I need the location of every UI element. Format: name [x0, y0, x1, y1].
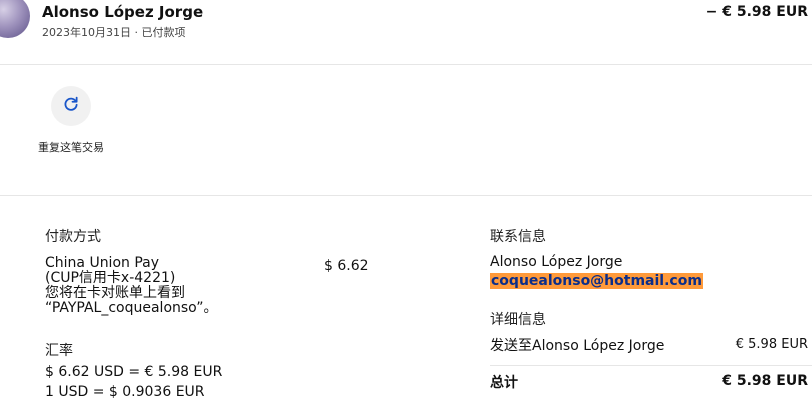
payment-method-name: China Union Pay	[45, 255, 160, 271]
transaction-amount: − € 5.98 EUR	[705, 4, 808, 20]
payment-method-title: 付款方式	[45, 229, 101, 245]
sent-to-amount: € 5.98 EUR	[735, 337, 808, 352]
payment-method-row: China Union Pay (CUP信用卡x-4221) 您将在卡对账单上看…	[45, 256, 405, 316]
exchange-rate-title: 汇率	[45, 343, 73, 359]
exchange-rate-unit: 1 USD = $ 0.9036 EUR	[45, 384, 205, 400]
sent-to-row: 发送至Alonso López Jorge € 5.98 EUR	[490, 335, 812, 357]
statement-descriptor: “PAYPAL_coquealonso”。	[45, 300, 218, 316]
section-divider	[0, 195, 812, 196]
payment-section: 付款方式 China Union Pay (CUP信用卡x-4221) 您将在卡…	[45, 226, 405, 400]
details-title: 详细信息	[490, 312, 546, 328]
payment-card-info: (CUP信用卡x-4221)	[45, 270, 176, 286]
payee-name: Alonso López Jorge	[42, 3, 204, 21]
payment-method-details: China Union Pay (CUP信用卡x-4221) 您将在卡对账单上看…	[45, 256, 295, 316]
total-label: 总计	[490, 375, 518, 391]
exchange-rate-conversion: $ 6.62 USD = € 5.98 EUR	[45, 364, 223, 380]
contact-email[interactable]: coquealonso@hotmail.com	[490, 273, 703, 289]
total-amount: € 5.98 EUR	[722, 373, 808, 389]
transaction-date-status: 2023年10月31日 · 已付款项	[42, 26, 186, 39]
repeat-transaction-action: 重复这笔交易	[36, 84, 106, 156]
repeat-transaction-label[interactable]: 重复这笔交易	[36, 140, 106, 156]
contact-details-section: 联系信息 Alonso López Jorge coquealonso@hotm…	[490, 226, 812, 396]
contact-info-title: 联系信息	[490, 229, 546, 245]
payment-amount: $ 6.62	[324, 258, 369, 274]
statement-note: 您将在卡对账单上看到	[45, 285, 185, 301]
transaction-details-page: Alonso López Jorge 2023年10月31日 · 已付款项 − …	[0, 0, 812, 412]
total-row: 总计 € 5.98 EUR	[490, 372, 812, 396]
repeat-transaction-button[interactable]	[51, 86, 91, 126]
refresh-icon	[62, 95, 80, 117]
avatar	[0, 0, 30, 38]
transaction-header: Alonso López Jorge 2023年10月31日 · 已付款项 − …	[0, 0, 812, 65]
sent-to-label: 发送至Alonso López Jorge	[490, 338, 665, 354]
contact-name: Alonso López Jorge	[490, 254, 623, 270]
total-divider	[490, 365, 812, 366]
